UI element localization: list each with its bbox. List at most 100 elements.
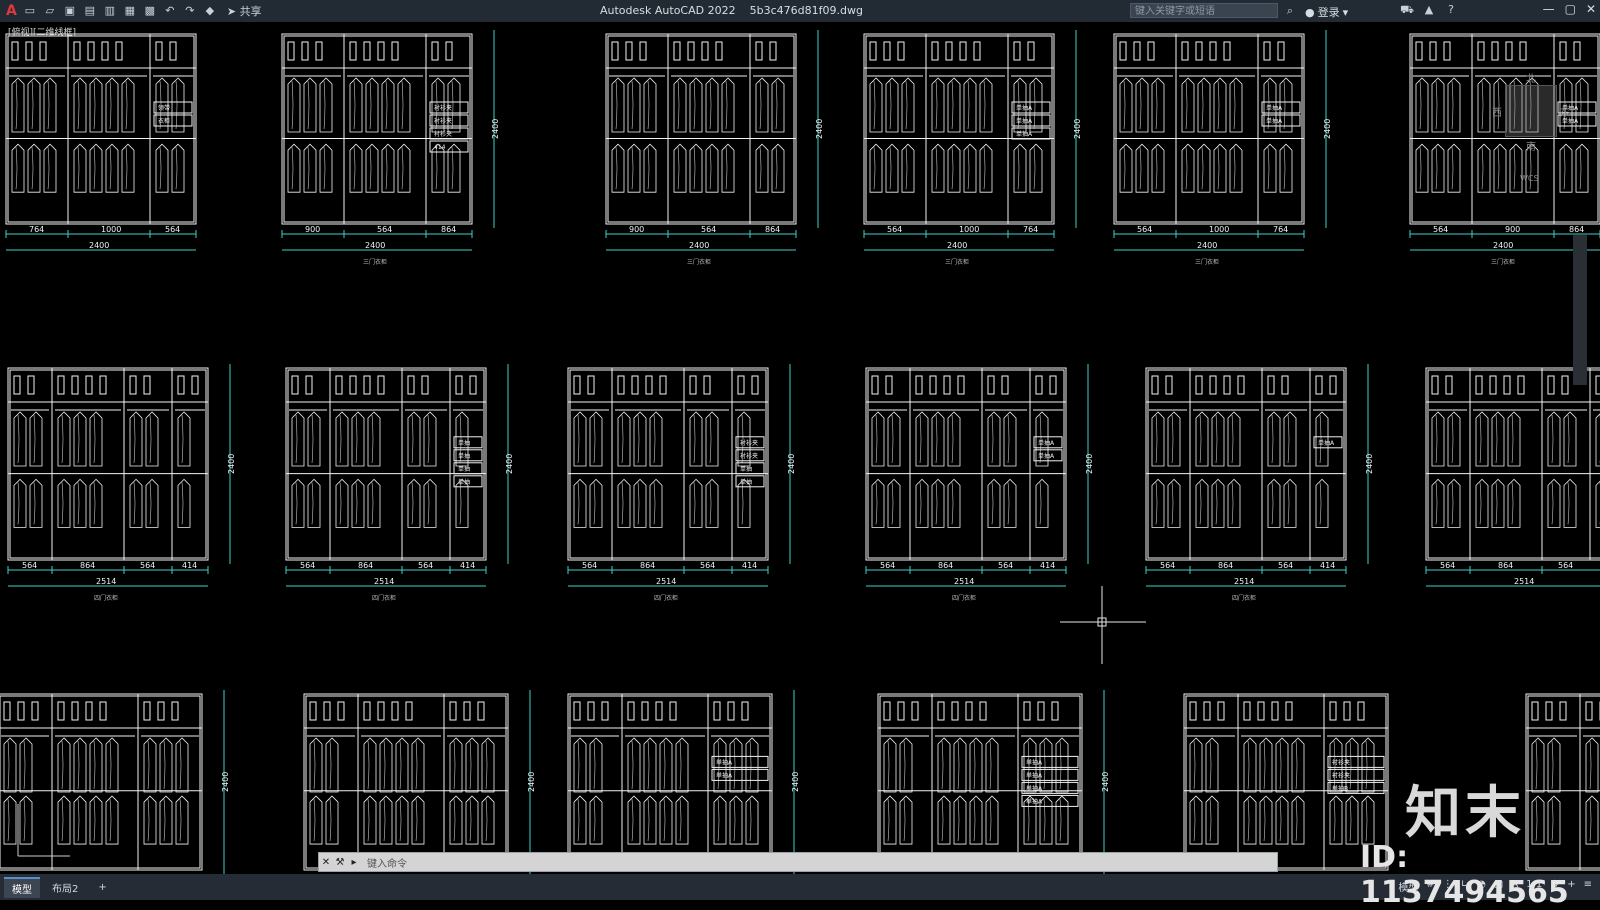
search-input[interactable]: 键入关键字或短语	[1130, 3, 1278, 18]
saveas-icon[interactable]: ▤	[83, 4, 97, 18]
viewcube[interactable]: 北 西 东 南 WCS	[1492, 74, 1570, 183]
save-icon[interactable]: ▣	[63, 4, 77, 18]
garment	[1559, 143, 1573, 193]
top-door-handle	[1223, 41, 1231, 61]
garment	[947, 77, 961, 133]
garment-fold	[989, 799, 992, 842]
application-menu-button[interactable]: A	[6, 3, 17, 19]
top-door-handle	[1559, 41, 1567, 61]
save-web-icon[interactable]: ▦	[123, 4, 137, 18]
share-button[interactable]: ➤ 共享	[227, 3, 262, 19]
garment	[1575, 143, 1589, 193]
top-door-handle	[1209, 41, 1217, 61]
close-icon[interactable]: ✕	[1586, 2, 1596, 16]
wrench-icon[interactable]: ⚒	[333, 857, 347, 868]
new-icon[interactable]: ▭	[23, 4, 37, 18]
open-web-icon[interactable]: ▥	[103, 4, 117, 18]
help-icon[interactable]: ?	[1444, 3, 1458, 17]
drawing-canvas[interactable]: 领带 衣柜 764 1000 564 2400 衬衫夹 衬衫夹 衬衫夹 414 900 564 864 2…	[0, 22, 1600, 874]
top-door-handle	[897, 701, 905, 721]
cart-icon[interactable]: ⛟	[1400, 3, 1414, 17]
garment-fold	[1155, 482, 1158, 525]
command-input[interactable]: 键入命令	[367, 855, 407, 870]
garment	[1243, 795, 1257, 845]
top-door-handle	[1051, 701, 1059, 721]
garment	[589, 795, 603, 845]
tab-model[interactable]: 模型	[4, 876, 40, 898]
top-door-handle	[1263, 41, 1271, 61]
drawer-label: 单抽	[458, 439, 470, 447]
garment	[13, 411, 27, 467]
close-icon[interactable]: ✕	[319, 857, 333, 868]
top-door-handle	[407, 375, 415, 395]
dimension-text: 900	[1505, 225, 1520, 234]
drawing-area: 领带衣柜764 1000 5642400衬衫夹衬衫夹衬衫夹414900 564 8642…	[0, 30, 1600, 874]
top-door-handle	[469, 375, 477, 395]
viewport-controls[interactable]: [俯视][二维线框]	[8, 25, 76, 38]
garment-fold	[77, 147, 80, 190]
workspace-icon[interactable]: ◆	[203, 4, 217, 18]
garment-fold	[1215, 482, 1218, 525]
wardrobe-inner	[1115, 35, 1303, 223]
garment	[307, 411, 321, 467]
tab-layout2[interactable]: 布局2	[44, 878, 86, 897]
plot-icon[interactable]: ▩	[143, 4, 157, 18]
garment	[1003, 478, 1017, 528]
command-line[interactable]: ✕ ⚒ ▸ 键入命令	[318, 852, 1278, 872]
garment-fold	[919, 482, 922, 525]
garment	[105, 795, 119, 845]
minimize-icon[interactable]: —	[1543, 2, 1555, 16]
garment	[1475, 478, 1489, 528]
garment	[319, 77, 333, 133]
garment-fold	[411, 482, 414, 525]
garment	[1431, 478, 1445, 528]
garment-fold	[621, 414, 624, 464]
autodesk-a360-icon[interactable]: ▲	[1422, 3, 1436, 17]
wardrobe-outline	[1425, 367, 1600, 561]
redo-icon[interactable]: ↷	[183, 4, 197, 18]
garment-fold	[577, 482, 580, 525]
garment	[287, 143, 301, 193]
sign-in-button[interactable]: ● 登录 ▾	[1305, 4, 1348, 20]
garment	[1447, 77, 1461, 133]
garment	[689, 478, 703, 528]
top-door-handle	[1195, 41, 1203, 61]
file-name: 5b3c476d81f09.dwg	[749, 4, 863, 17]
garment	[963, 143, 977, 193]
top-door-handle	[885, 375, 893, 395]
garment-fold	[313, 799, 316, 842]
top-door-handle	[1519, 41, 1527, 61]
dimension-text: 414	[182, 561, 197, 570]
garment-fold	[647, 740, 650, 790]
garment	[1267, 411, 1281, 467]
garment-fold	[615, 147, 618, 190]
top-door-handle	[99, 701, 107, 721]
garment-fold	[291, 147, 294, 190]
drawer-label: 单抽A	[1026, 797, 1043, 805]
garment	[869, 77, 883, 133]
garment	[177, 411, 191, 467]
garment	[407, 411, 421, 467]
garment	[953, 795, 967, 845]
garment	[947, 143, 961, 193]
garment-fold	[453, 799, 456, 842]
garment-fold	[401, 147, 404, 190]
dimension-text: 414	[460, 561, 475, 570]
garment-fold	[93, 80, 96, 130]
garment	[363, 737, 377, 793]
search-icon[interactable]: ⌕	[1283, 4, 1297, 18]
dimension-text: 864	[80, 561, 95, 570]
garment-fold	[1535, 799, 1538, 842]
maximize-icon[interactable]: ▢	[1565, 2, 1576, 16]
garment	[73, 737, 87, 793]
top-door-handle	[641, 701, 649, 721]
add-layout-icon[interactable]: +	[90, 880, 114, 895]
garment-fold	[1059, 740, 1062, 790]
open-icon[interactable]: ▱	[43, 4, 57, 18]
undo-icon[interactable]: ↶	[163, 4, 177, 18]
garment	[43, 143, 57, 193]
login-label: 登录	[1317, 6, 1340, 19]
garment-fold	[631, 799, 634, 842]
garment	[675, 795, 689, 845]
navigation-bar[interactable]	[1573, 235, 1587, 385]
